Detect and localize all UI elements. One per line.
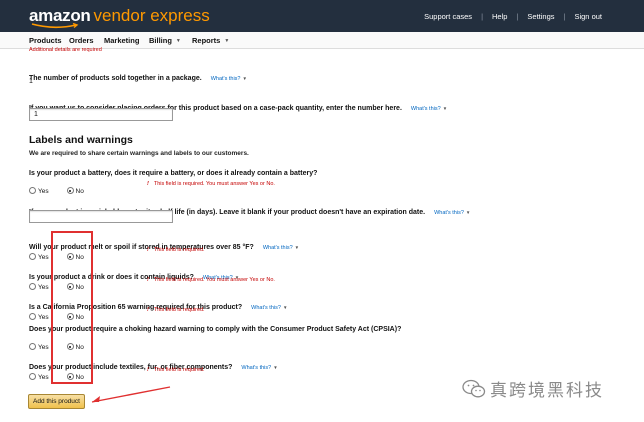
radio-yes-label: Yes — [38, 188, 49, 195]
error-icon: ! — [147, 181, 149, 187]
prop65-error-text: This field is required. — [153, 307, 205, 313]
logo-product-text: vendor express — [93, 6, 210, 25]
whats-this-link[interactable]: What's this? ▼ — [241, 365, 277, 371]
nav-item-billing-label: Billing — [149, 36, 172, 45]
cutoff-notice: Additional details are required — [29, 47, 102, 53]
chevron-down-icon: ▼ — [175, 38, 181, 44]
annotation-arrow-icon — [91, 386, 171, 403]
battery-no-radio[interactable] — [66, 187, 74, 194]
battery-error: ! This field is required. You must answer… — [147, 181, 275, 187]
whats-this-label: What's this? — [241, 365, 272, 371]
prop65-error: ! This field is required. — [147, 307, 205, 313]
drink-yes-radio[interactable] — [29, 283, 36, 290]
whats-this-label: What's this? — [251, 305, 281, 311]
whats-this-label: What's this? — [434, 210, 464, 216]
nav-item-reports-label: Reports — [192, 36, 221, 45]
amazon-smile-icon — [31, 23, 79, 29]
whats-this-label: What's this? — [262, 245, 293, 251]
package-question-row: The number of products sold together in … — [29, 67, 247, 85]
wechat-icon — [462, 379, 486, 397]
nav-item-products[interactable]: Products — [29, 36, 62, 45]
textiles-yes-radio[interactable] — [29, 373, 36, 380]
radio-yes-label: Yes — [38, 374, 49, 381]
whats-this-link[interactable]: What's this? ▼ — [434, 210, 470, 216]
shelf-life-input[interactable] — [29, 210, 173, 223]
package-question: The number of products sold together in … — [29, 75, 202, 82]
nav-item-reports[interactable]: Reports ▼ — [192, 36, 229, 45]
add-product-button[interactable]: Add this product — [28, 394, 85, 409]
divider: | — [516, 12, 519, 21]
chevron-down-icon: ▼ — [465, 210, 471, 215]
battery-yes-radio[interactable] — [29, 187, 36, 194]
case-pack-input[interactable]: 1 — [29, 108, 173, 121]
package-value: 1 — [29, 78, 33, 85]
battery-radio-group: Yes No — [29, 180, 84, 198]
drink-error-text: This field is required. You must answer … — [153, 277, 275, 283]
nav-item-orders[interactable]: Orders — [69, 36, 94, 45]
radio-yes-label: Yes — [38, 284, 49, 291]
battery-question: Is your product a battery, does it requi… — [29, 170, 318, 177]
error-icon: ! — [147, 367, 149, 373]
melt-yes-radio[interactable] — [29, 253, 36, 260]
whats-this-label: What's this? — [210, 76, 241, 82]
nav-item-billing[interactable]: Billing ▼ — [149, 36, 181, 45]
header-links: Support cases | Help | Settings | Sign out — [424, 12, 602, 21]
chevron-down-icon: ▼ — [273, 365, 278, 370]
section-title: Labels and warnings — [29, 134, 133, 146]
chevron-down-icon: ▼ — [242, 76, 247, 81]
nav-item-marketing[interactable]: Marketing — [104, 36, 139, 45]
melt-error: ! This field is required. — [147, 247, 205, 253]
whats-this-link[interactable]: What's this? ▼ — [211, 76, 247, 82]
watermark-text: 真跨境黑科技 — [490, 381, 604, 401]
whats-this-link[interactable]: What's this? ▼ — [251, 305, 287, 311]
settings-link[interactable]: Settings — [527, 12, 554, 21]
sign-out-link[interactable]: Sign out — [574, 12, 602, 21]
support-cases-link[interactable]: Support cases — [424, 12, 472, 21]
section-subtitle: We are required to share certain warning… — [29, 150, 249, 157]
whats-this-link[interactable]: What's this? ▼ — [263, 245, 299, 251]
error-icon: ! — [147, 277, 149, 283]
radio-yes-label: Yes — [38, 314, 49, 321]
chevron-down-icon: ▼ — [294, 245, 300, 250]
prop65-yes-radio[interactable] — [29, 313, 36, 320]
radio-no-label: No — [75, 188, 84, 195]
help-link[interactable]: Help — [492, 12, 507, 21]
top-header: amazon vendor express Support cases | Help |… — [0, 0, 644, 32]
chevron-down-icon: ▼ — [282, 305, 288, 310]
whats-this-link[interactable]: What's this? ▼ — [411, 106, 447, 112]
chevron-down-icon: ▼ — [224, 38, 230, 44]
radio-yes-label: Yes — [38, 344, 49, 351]
textiles-error: ! This field is required. — [147, 367, 205, 373]
divider: | — [481, 12, 484, 21]
whats-this-label: What's this? — [410, 106, 441, 112]
divider: | — [563, 12, 566, 21]
radio-yes-label: Yes — [38, 254, 49, 261]
error-icon: ! — [147, 247, 149, 253]
chevron-down-icon: ▼ — [442, 106, 448, 111]
textiles-error-text: This field is required. — [153, 367, 205, 373]
drink-error: ! This field is required. You must answer… — [147, 277, 275, 283]
melt-error-text: This field is required. — [153, 247, 205, 253]
choking-yes-radio[interactable] — [29, 343, 36, 350]
annotation-highlight-box — [51, 231, 93, 384]
battery-error-text: This field is required. You must answer … — [153, 181, 275, 187]
error-icon: ! — [147, 307, 149, 313]
watermark: 真跨境黑科技 — [462, 376, 604, 402]
